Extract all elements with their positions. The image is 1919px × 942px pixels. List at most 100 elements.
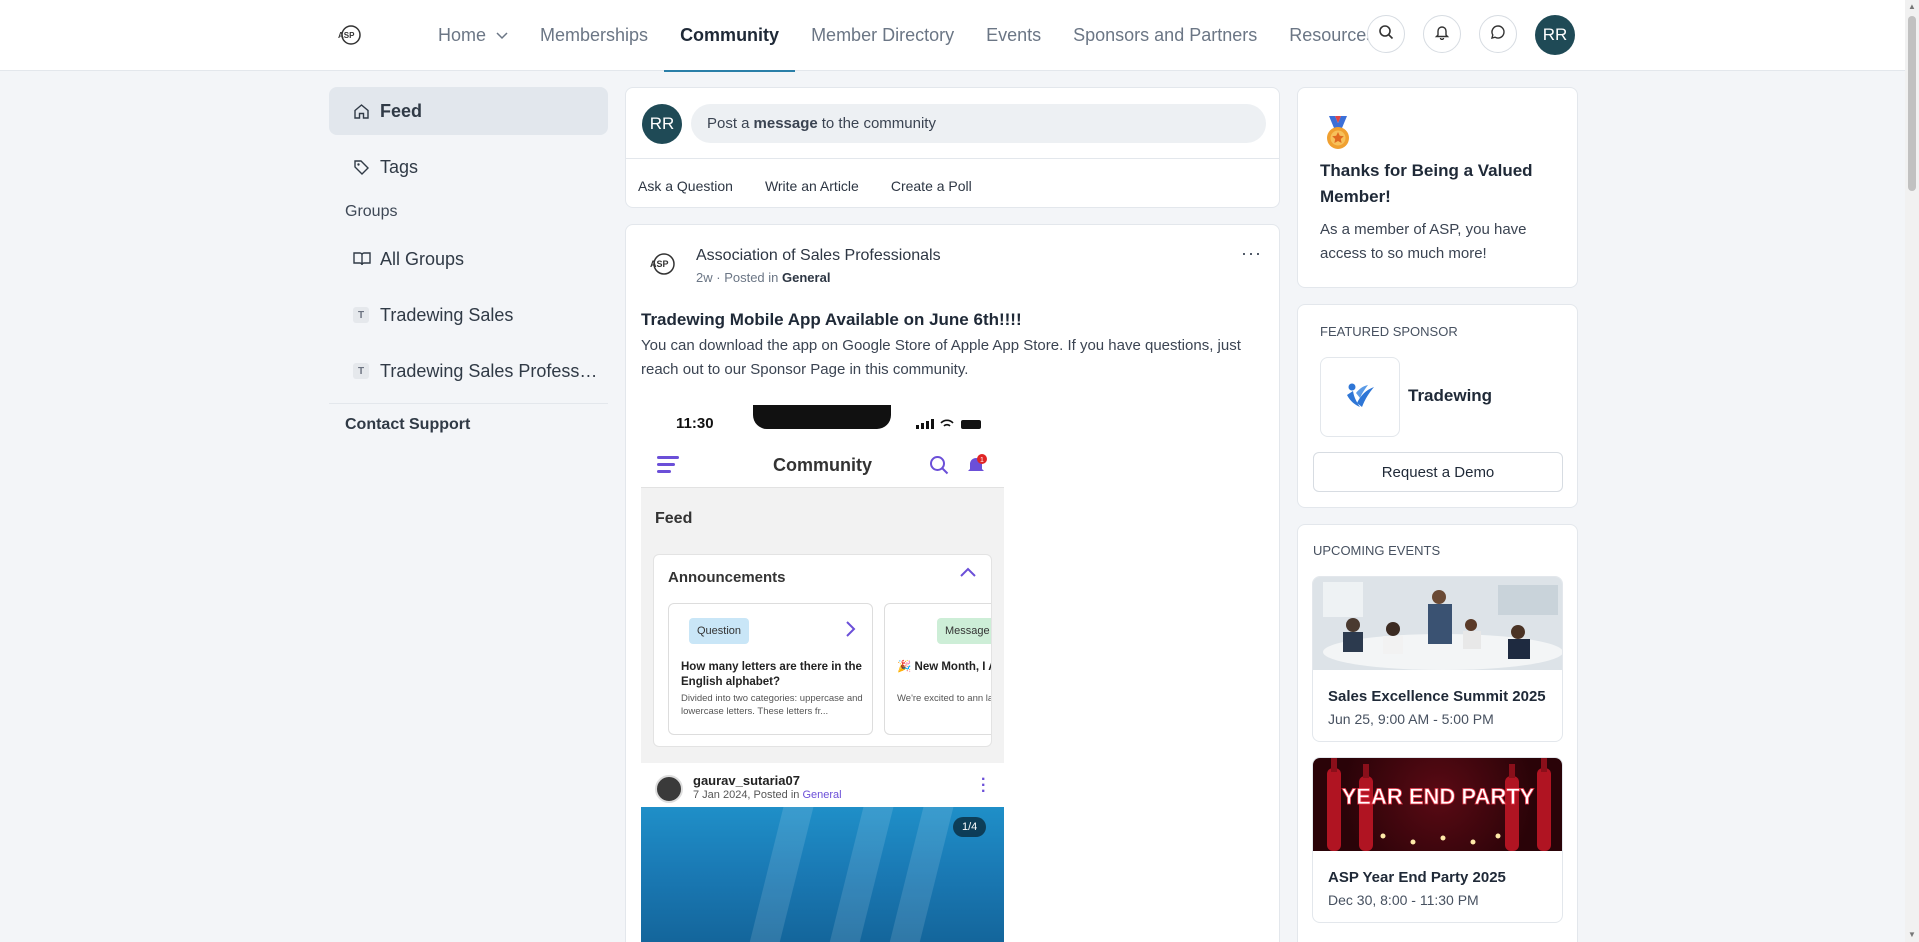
composer-avatar: RR [642, 104, 682, 144]
event-title: Sales Excellence Summit 2025 [1328, 688, 1546, 705]
tradewing-logo[interactable] [1320, 357, 1400, 437]
phone-status-bar: 11:30 [641, 405, 1004, 445]
phone-feed-area: Feed Announcements Question How many let… [641, 488, 1004, 763]
post-meta: 2w · Posted in General [696, 270, 831, 285]
post-composer: RR Post a message to the community Ask a… [625, 87, 1280, 208]
bell-icon: 1 [966, 454, 988, 481]
nav-community[interactable]: Community [664, 0, 796, 72]
nav-sponsors-and-partners[interactable]: Sponsors and Partners [1057, 0, 1273, 71]
contact-support-link[interactable]: Contact Support [329, 416, 608, 434]
announcement-title: How many letters are there in the Englis… [681, 661, 862, 688]
event-date: Dec 30, 8:00 - 11:30 PM [1328, 892, 1479, 908]
nav-memberships[interactable]: Memberships [524, 0, 664, 71]
messages-button[interactable] [1479, 15, 1517, 53]
composer-actions: Ask a Question Write an Article Create a… [638, 172, 992, 200]
user-avatar[interactable]: RR [1535, 15, 1575, 55]
post-author[interactable]: Association of Sales Professionals [696, 247, 941, 265]
scroll-up-icon[interactable]: ▲ [1908, 2, 1916, 11]
phone-time: 11:30 [676, 415, 714, 432]
composer-divider [626, 158, 1279, 159]
book-icon [353, 251, 371, 267]
phone-notch [753, 405, 891, 429]
nav-home-label: Home [438, 25, 487, 45]
scroll-down-icon[interactable]: ▼ [1908, 930, 1916, 939]
phone-announcements-panel: Announcements Question How many letters … [653, 554, 992, 747]
prompt-bold: message [753, 115, 818, 132]
sidebar-item-label: Tags [380, 156, 419, 177]
underwater-photo: 1/4 [641, 807, 1004, 942]
write-article-button[interactable]: Write an Article [765, 172, 879, 200]
upcoming-events-label: UPCOMING EVENTS [1313, 543, 1441, 558]
announcement-title: 🎉 New Month, I Alert! 🔔 [897, 661, 991, 673]
sidebar-item-tags[interactable]: Tags [329, 143, 608, 191]
page-scrollbar[interactable]: ▲ ▼ [1905, 0, 1919, 942]
phone-post-meta: 7 Jan 2024, Posted in General [693, 789, 842, 801]
author-avatar[interactable]: ASP [648, 251, 678, 277]
vertical-dots-icon: · · · [981, 771, 987, 800]
nav-home[interactable]: Home [422, 0, 524, 71]
photo-counter: 1/4 [953, 817, 987, 837]
event-title: ASP Year End Party 2025 [1328, 869, 1506, 886]
tag-icon [353, 159, 371, 176]
signal-battery-icon [916, 417, 986, 434]
thanks-body: As a member of ASP, you have access to s… [1320, 221, 1527, 262]
sidebar-item-tradewing-sales-professionals[interactable]: T Tradewing Sales Profess… [329, 347, 608, 395]
sidebar-item-label: Feed [380, 100, 423, 121]
left-sidebar: Feed Tags Groups All Groups T Tradewing … [329, 87, 608, 434]
event-image: YEAR END PARTY [1313, 758, 1562, 851]
announcement-text: Divided into two categories: uppercase a… [681, 693, 863, 717]
nav-events[interactable]: Events [970, 0, 1057, 71]
sponsor-name[interactable]: Tradewing [1408, 386, 1492, 406]
party-image-text: YEAR END PARTY [1342, 784, 1535, 809]
top-navigation-bar: ASP Home Memberships Community Member Di… [0, 0, 1919, 72]
post-title: Tradewing Mobile App Available on June 6… [641, 310, 1022, 329]
group-badge: T [353, 307, 369, 323]
request-demo-button[interactable]: Request a Demo [1313, 452, 1563, 492]
featured-sponsor-card: FEATURED SPONSOR Tradewing Request a Dem… [1297, 304, 1578, 508]
create-poll-button[interactable]: Create a Poll [891, 172, 992, 200]
phone-post-category: General [802, 789, 842, 801]
home-icon [353, 103, 371, 120]
more-options-icon[interactable]: ··· [1241, 243, 1262, 264]
announcement-text: We're excited to ann latest post for thi… [897, 693, 991, 704]
svg-text:ASP: ASP [338, 31, 355, 40]
feed-post: ASP Association of Sales Professionals 2… [625, 224, 1280, 942]
sidebar-item-feed[interactable]: Feed [329, 87, 608, 135]
scrollbar-thumb[interactable] [1908, 16, 1916, 191]
chat-icon [1490, 24, 1506, 45]
sidebar-item-all-groups[interactable]: All Groups [329, 235, 608, 283]
chevron-up-icon [959, 565, 977, 583]
event-card[interactable]: YEAR END PARTY ASP Year End Party 2025 D… [1312, 757, 1563, 923]
sidebar-item-label: Tradewing Sales Profess… [380, 360, 598, 381]
prompt-text: to the community [821, 115, 936, 132]
groups-heading: Groups [345, 203, 398, 220]
notifications-button[interactable] [1423, 15, 1461, 53]
thanks-title: Thanks for Being a Valued Member! [1320, 161, 1533, 206]
sidebar-item-tradewing-sales[interactable]: T Tradewing Sales [329, 291, 608, 339]
upcoming-events-card: UPCOMING EVENTS Sales Excellence Summit … [1297, 524, 1578, 942]
phone-header-title: Community [773, 455, 872, 475]
nav-member-directory[interactable]: Member Directory [795, 0, 970, 71]
event-card[interactable]: Sales Excellence Summit 2025 Jun 25, 9:0… [1312, 576, 1563, 742]
post-image-phone-screenshot[interactable]: 11:30 Community 1 Feed Announcements Que… [641, 405, 1004, 942]
chevron-right-icon [845, 620, 857, 643]
group-badge: T [353, 363, 369, 379]
posted-in-label: Posted in [724, 270, 779, 285]
announcement-card: Message 🎉 New Month, I Alert! 🔔 We're ex… [884, 603, 991, 735]
phone-app-header: Community 1 [641, 445, 1004, 488]
member-thanks-card: Thanks for Being a Valued Member! As a m… [1297, 87, 1578, 288]
medal-icon [1323, 116, 1353, 155]
announcements-title: Announcements [668, 569, 786, 586]
svg-text:ASP: ASP [650, 259, 669, 269]
question-tag: Question [689, 618, 750, 644]
phone-feed-label: Feed [655, 510, 693, 527]
ask-question-button[interactable]: Ask a Question [638, 172, 753, 200]
search-button[interactable] [1367, 15, 1405, 53]
asp-logo[interactable]: ASP [336, 24, 364, 46]
post-message-input[interactable]: Post a message to the community [691, 104, 1266, 143]
post-category[interactable]: General [782, 270, 830, 285]
user-avatar [655, 775, 683, 803]
message-tag: Message [937, 618, 991, 644]
event-date: Jun 25, 9:00 AM - 5:00 PM [1328, 711, 1494, 727]
event-image [1313, 577, 1562, 670]
